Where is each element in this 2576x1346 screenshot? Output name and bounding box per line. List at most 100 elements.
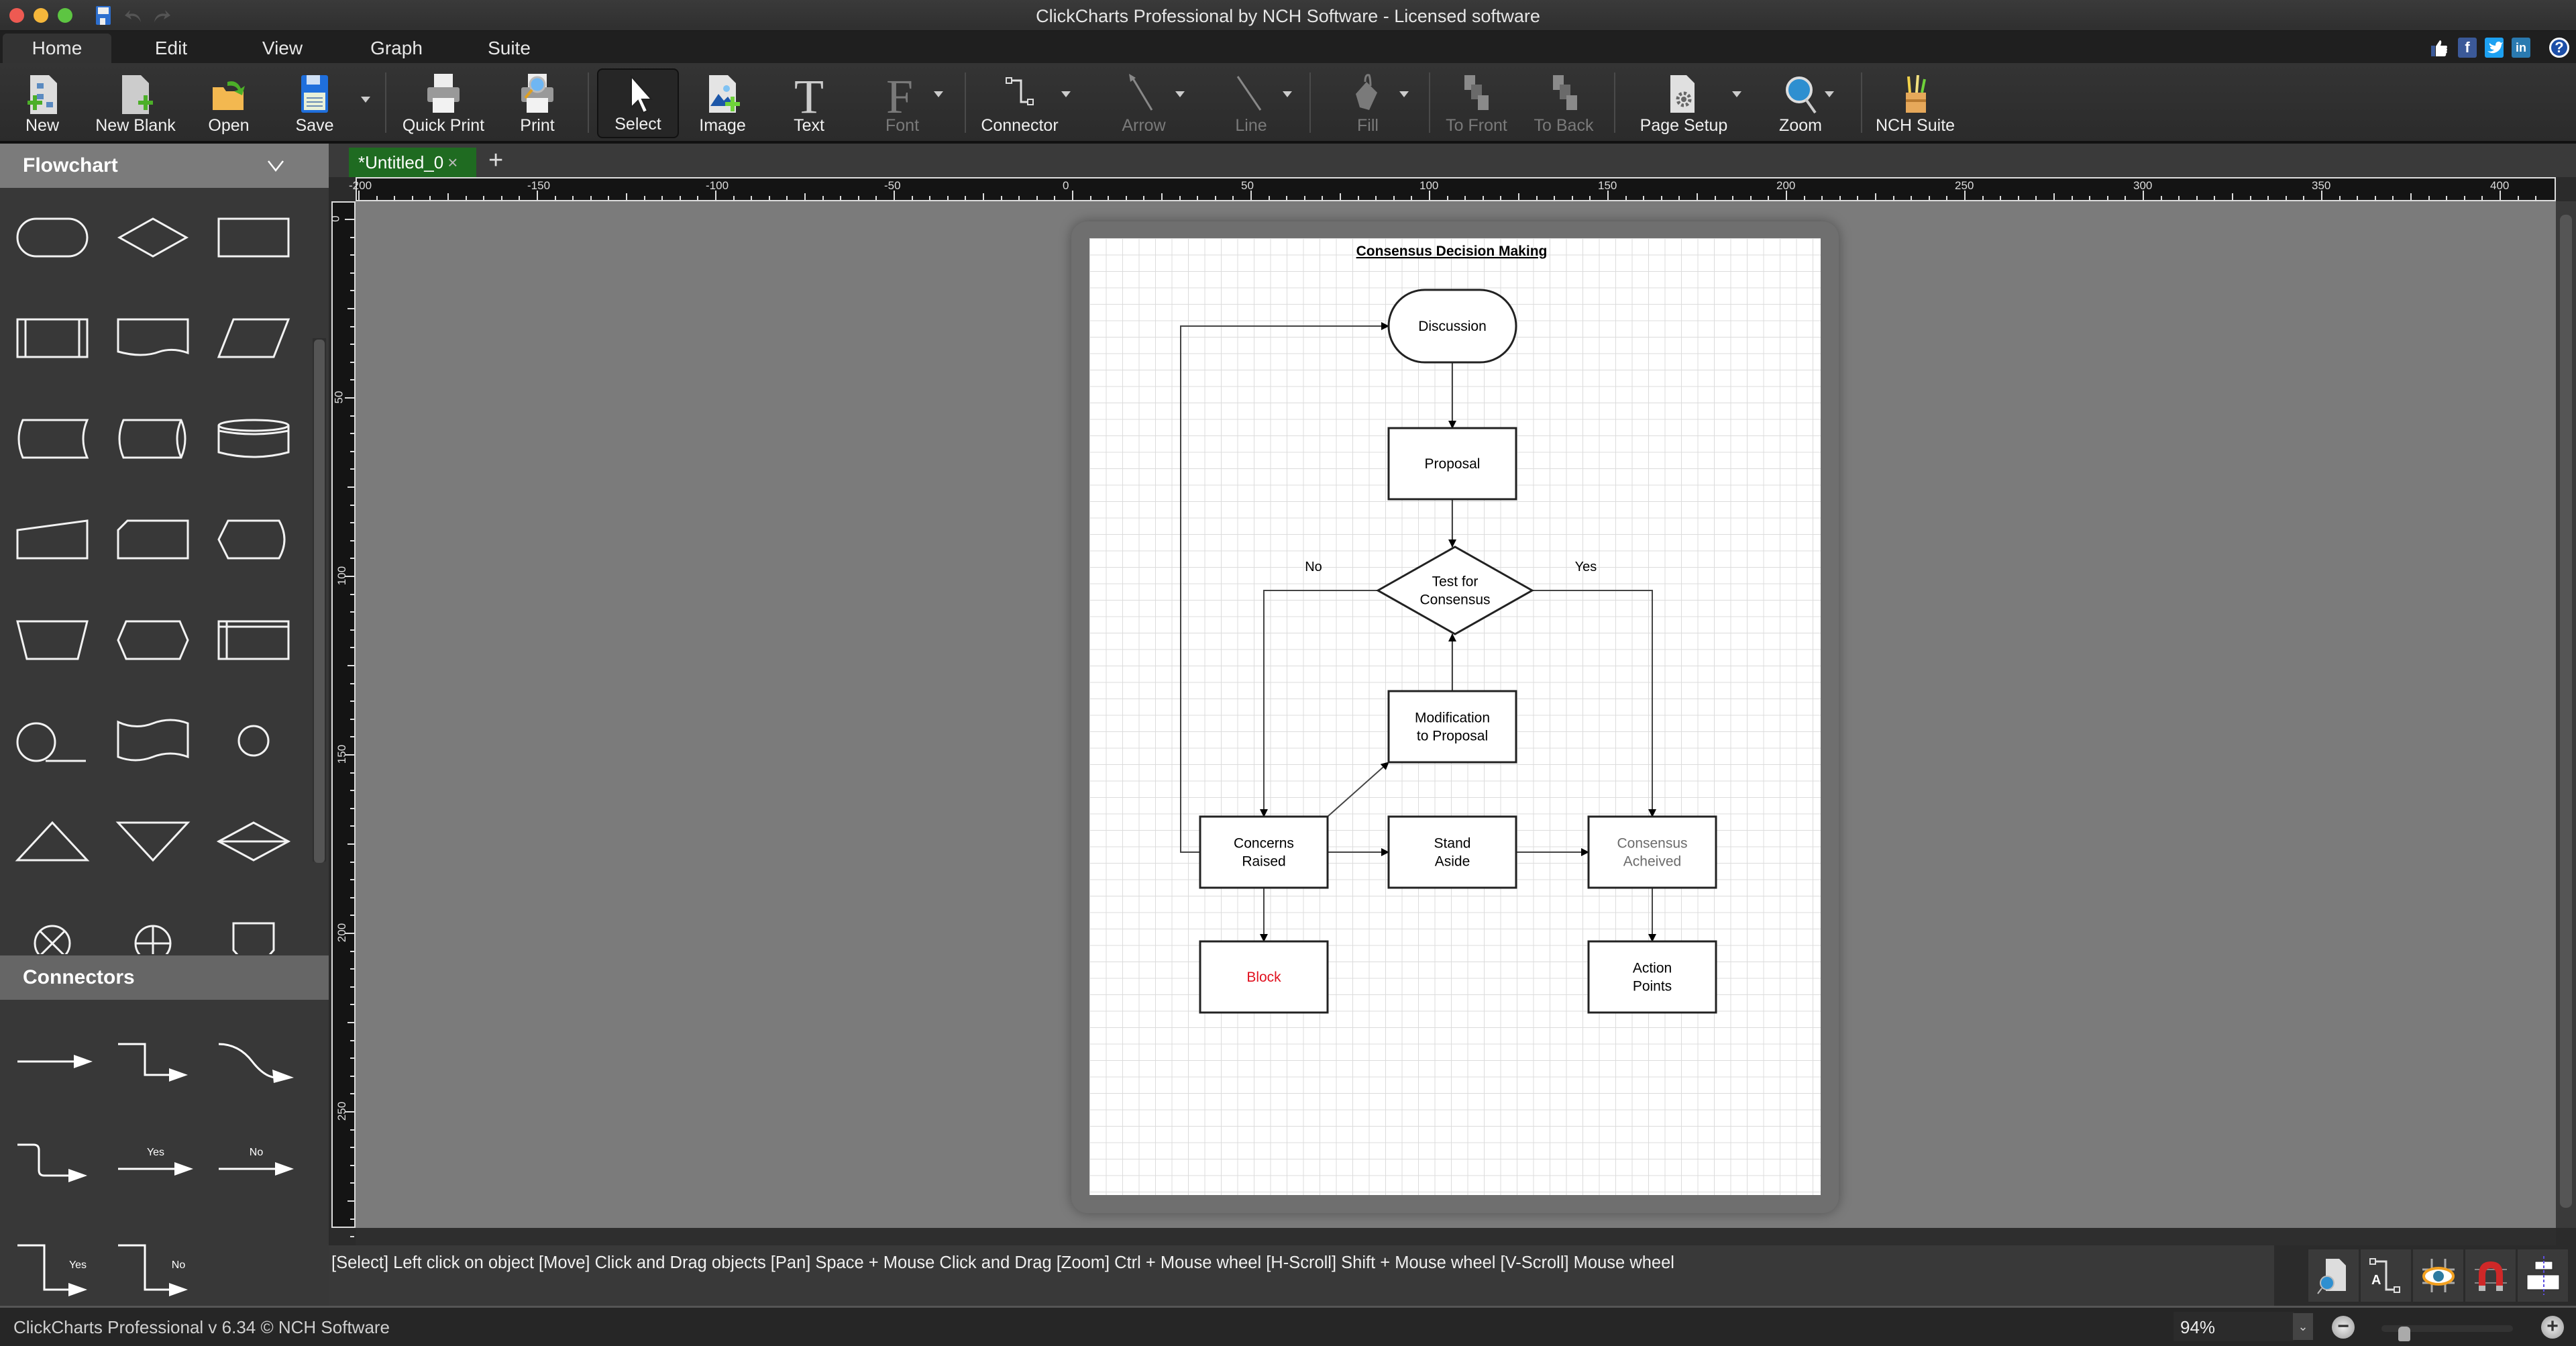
zoom-level-field[interactable]: 94% xyxy=(2174,1312,2294,1341)
connector-rounded-elbow-arrow[interactable]: .f{fill:#fff;stroke:none} xyxy=(4,1129,98,1202)
add-tab-button[interactable]: + xyxy=(488,146,503,175)
connector-line[interactable] xyxy=(1180,322,1389,853)
shape-manual-operation[interactable] xyxy=(5,612,99,672)
shape-display[interactable] xyxy=(207,511,301,572)
linkedin-icon[interactable]: in xyxy=(2512,38,2530,58)
vertical-scroll-thumb[interactable] xyxy=(2560,215,2572,1208)
print-button[interactable]: Print xyxy=(507,68,568,138)
shape-off-page-connector[interactable] xyxy=(207,914,301,954)
shape-document[interactable] xyxy=(106,310,200,370)
zoom-in-button[interactable]: + xyxy=(2541,1316,2564,1339)
save-options-dropdown[interactable] xyxy=(361,97,370,103)
node-achieved[interactable]: Consensus Acheived xyxy=(1587,815,1717,889)
flowchart-panel-header[interactable]: Flowchart xyxy=(0,144,329,188)
horizontal-scrollbar[interactable] xyxy=(356,1228,2556,1245)
node-block[interactable]: Block xyxy=(1199,940,1329,1014)
shape-data[interactable] xyxy=(207,310,301,370)
facebook-icon[interactable]: f xyxy=(2458,38,2477,58)
node-proposal[interactable]: Proposal xyxy=(1387,427,1517,501)
shape-merge[interactable] xyxy=(106,813,200,874)
new-button[interactable]: New xyxy=(12,68,72,138)
to-back-button[interactable]: To Back xyxy=(1527,68,1601,138)
page-setup-dropdown[interactable] xyxy=(1732,91,1741,97)
shape-collate[interactable] xyxy=(207,813,301,874)
shape-stored-data[interactable] xyxy=(5,411,99,471)
connector-elbow-arrow[interactable]: .f{fill:#fff;stroke:none} xyxy=(105,1028,199,1102)
shape-summing-junction[interactable] xyxy=(5,914,99,954)
align-guides-button[interactable] xyxy=(2517,1249,2568,1302)
tab-home[interactable]: Home xyxy=(3,34,111,63)
node-stand[interactable]: Stand Aside xyxy=(1387,815,1517,889)
shape-direct-access-storage[interactable] xyxy=(106,411,200,471)
shape-database[interactable] xyxy=(207,411,301,471)
connector-yes-arrow[interactable]: .f{fill:#fff;stroke:none}Yes xyxy=(105,1129,199,1202)
connector-dropdown[interactable] xyxy=(1061,91,1071,97)
document-tab[interactable]: *Untitled_0 × xyxy=(349,148,476,177)
connector-curved-arrow[interactable]: .f{fill:#fff;stroke:none} xyxy=(205,1028,299,1102)
tab-graph[interactable]: Graph xyxy=(356,34,437,63)
sidebar-scroll-thumb[interactable] xyxy=(314,340,325,863)
line-button[interactable]: Line xyxy=(1214,68,1292,138)
new-blank-button[interactable]: New Blank xyxy=(94,68,177,138)
arrow-button[interactable]: Arrow xyxy=(1107,68,1185,138)
fill-dropdown[interactable] xyxy=(1399,91,1409,97)
font-dropdown[interactable] xyxy=(934,91,943,97)
shape-preparation[interactable] xyxy=(106,612,200,672)
shape-punched-tape[interactable] xyxy=(106,713,200,773)
chevron-down-icon[interactable] xyxy=(267,160,284,172)
edge-label-yes[interactable]: Yes xyxy=(1575,560,1597,574)
connector-yes-elbow-arrow[interactable]: .f{fill:#fff;stroke:none}Yes xyxy=(4,1229,98,1303)
shape-extract[interactable] xyxy=(5,813,99,874)
open-button[interactable]: Open xyxy=(199,68,259,138)
image-button[interactable]: Image xyxy=(694,68,751,138)
zoom-level-dropdown[interactable]: ⌄ xyxy=(2293,1313,2313,1340)
shape-sequential-data[interactable] xyxy=(5,713,99,773)
shape-terminator[interactable] xyxy=(5,209,99,270)
font-button[interactable]: F Font xyxy=(865,68,943,138)
quick-print-button[interactable]: Quick Print xyxy=(400,68,487,138)
connector-line[interactable] xyxy=(1532,590,1656,817)
diagram-page[interactable]: Consensus Decision Making No Yes Discussion… xyxy=(1089,238,1821,1195)
show-grid-button[interactable] xyxy=(2412,1249,2463,1302)
zoom-dropdown[interactable] xyxy=(1825,91,1834,97)
shape-decision[interactable] xyxy=(106,209,200,270)
tab-view[interactable]: View xyxy=(246,34,319,63)
drawing-canvas[interactable]: Consensus Decision Making No Yes Discussion… xyxy=(356,201,2556,1228)
twitter-icon[interactable] xyxy=(2485,38,2504,58)
auto-connector-text-button[interactable]: A xyxy=(2360,1249,2411,1302)
tab-suite[interactable]: Suite xyxy=(470,34,549,63)
connector-line[interactable] xyxy=(1327,762,1389,817)
select-tool-button[interactable]: Select xyxy=(597,68,679,138)
node-discussion[interactable]: Discussion xyxy=(1387,289,1517,364)
vertical-scrollbar[interactable] xyxy=(2556,201,2576,1228)
node-test[interactable]: Test for Consensus xyxy=(1375,546,1535,635)
to-front-button[interactable]: To Front xyxy=(1440,68,1513,138)
save-button[interactable]: Save xyxy=(284,68,345,138)
zoom-button[interactable]: Zoom xyxy=(1771,68,1834,138)
node-modification[interactable]: Modification to Proposal xyxy=(1387,690,1517,764)
sidebar-scrollbar[interactable] xyxy=(313,338,326,863)
help-icon[interactable]: ? xyxy=(2549,38,2569,58)
zoom-out-button[interactable]: − xyxy=(2332,1316,2355,1339)
shape-connector[interactable] xyxy=(207,713,301,773)
shape-card[interactable] xyxy=(106,511,200,572)
nch-suite-button[interactable]: NCH Suite xyxy=(1872,68,1959,138)
connector-no-arrow[interactable]: .f{fill:#fff;stroke:none}No xyxy=(205,1129,299,1202)
shape-process[interactable] xyxy=(207,209,301,270)
shape-or[interactable] xyxy=(106,914,200,954)
shape-internal-storage[interactable] xyxy=(207,612,301,672)
tab-edit[interactable]: Edit xyxy=(134,34,208,63)
page-setup-button[interactable]: Page Setup xyxy=(1630,68,1741,138)
shape-manual-input[interactable] xyxy=(5,511,99,572)
snap-to-grid-button[interactable] xyxy=(2465,1249,2516,1302)
connector-line[interactable] xyxy=(1260,590,1378,817)
like-icon[interactable] xyxy=(2430,38,2449,58)
fill-button[interactable]: Fill xyxy=(1331,68,1409,138)
zoom-slider-thumb[interactable] xyxy=(2398,1327,2410,1341)
connectors-panel-header[interactable]: Connectors xyxy=(0,955,329,1000)
diagram-title[interactable]: Consensus Decision Making xyxy=(1356,244,1548,259)
node-concerns[interactable]: Concerns Raised xyxy=(1199,815,1329,889)
connector-no-elbow-arrow[interactable]: .f{fill:#fff;stroke:none}No xyxy=(105,1229,199,1303)
arrow-dropdown[interactable] xyxy=(1175,91,1185,97)
edge-label-no[interactable]: No xyxy=(1305,560,1322,574)
